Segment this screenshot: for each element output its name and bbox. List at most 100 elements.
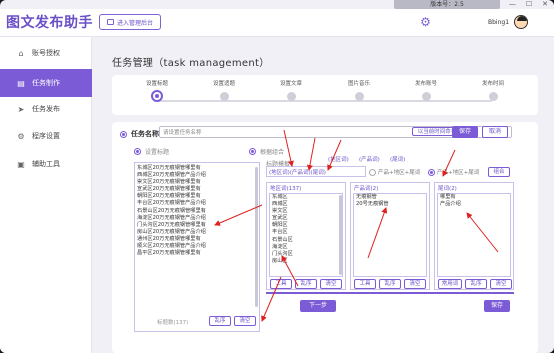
product-list[interactable]: 无痕钢管 20号无痕钢管	[353, 193, 427, 277]
step-label: 设置标题	[145, 81, 168, 87]
product-panel: 产品词(2) 无痕钢管 20号无痕钢管 工具 乱序 清空	[350, 182, 430, 290]
tag-region[interactable]: (地区词)	[328, 155, 349, 163]
user-info[interactable]: Bbing1	[488, 15, 529, 29]
title-line: 房山区20万无痕钢管产品介绍	[137, 228, 206, 235]
step-label: 发布账号	[414, 81, 437, 87]
step-label: 图片音乐	[347, 81, 370, 87]
product-panel-head: 产品词(2)	[354, 186, 379, 192]
main-area: 任务管理（task management） 设置标题 设置适题 设置文章 图片音…	[98, 37, 548, 353]
region-shuffle-button[interactable]: 乱序	[295, 279, 317, 289]
region-item: 丰台区	[272, 229, 288, 236]
region-panel: 地区词(137) 东城区 西城区 崇文区 宣武区 朝阳区 丰台区 石景山区 海淀…	[266, 182, 346, 290]
sidebar-item-task-make[interactable]: ▤ 任务制作	[0, 69, 92, 97]
combo-save-button[interactable]: 保存	[484, 300, 510, 312]
sidebar-item-label: 辅助工具	[32, 160, 60, 168]
step-publish-account[interactable]: 发布账号	[396, 79, 456, 101]
admin-panel-label: 进入管理后台	[116, 19, 153, 27]
step-dot	[151, 90, 163, 102]
step-dot	[488, 92, 498, 101]
gear-icon[interactable]: ⚙	[419, 16, 432, 29]
toolbox-icon: ▣	[17, 159, 25, 169]
app-brand: 图文发布助手	[6, 15, 93, 31]
sidebar: ⌂ 账号授权 ▤ 任务制作 ➤ 任务发布 ⚙ 程序设置 ▣ 辅助工具	[0, 37, 92, 353]
sidebar-item-settings[interactable]: ⚙ 程序设置	[0, 122, 92, 150]
region-item: 房山区	[272, 257, 288, 264]
admin-panel-button[interactable]: 进入管理后台	[99, 14, 161, 30]
title-line: 昌平区20万无痕钢管哪里有	[137, 250, 201, 257]
title-line: 石景山区20万无痕钢管哪里有	[137, 207, 206, 214]
region-clear-button[interactable]: 清空	[320, 279, 342, 289]
minimize-button[interactable]: —	[509, 0, 516, 9]
step-label: 发布时间	[481, 81, 504, 87]
step-set-title[interactable]: 设置标题	[127, 79, 187, 102]
sidebar-item-account[interactable]: ⌂ 账号授权	[0, 39, 92, 67]
title-textarea[interactable]: 东城区20万无痕钢管哪里有 西城区20万无痕钢管产品介绍 崇文区20万无痕钢管哪…	[135, 163, 259, 313]
title-list-panel: 东城区20万无痕钢管哪里有 西城区20万无痕钢管产品介绍 崇文区20万无痕钢管哪…	[134, 162, 260, 332]
combo-option[interactable]: 根据组合	[249, 147, 284, 156]
option-b-radio[interactable]	[428, 168, 435, 176]
step-images-music[interactable]: 图片音乐	[329, 79, 389, 101]
task-name-label: 任务名称	[120, 129, 159, 139]
set-title-option[interactable]: 设置标题	[134, 147, 169, 156]
sidebar-item-tools[interactable]: ▣ 辅助工具	[0, 150, 92, 178]
title-count: 标题数(137)	[157, 320, 189, 326]
step-progress: 设置标题 设置适题 设置文章 图片音乐 发布账号 发布时间	[112, 75, 538, 115]
page-title: 任务管理（task management）	[112, 58, 270, 69]
sidebar-item-task-publish[interactable]: ➤ 任务发布	[0, 95, 92, 123]
combine-button[interactable]: 组合	[488, 167, 510, 177]
avatar[interactable]	[514, 15, 529, 29]
region-item: 门头沟区	[272, 250, 293, 257]
tag-product[interactable]: (产品词)	[359, 155, 380, 163]
region-item: 海淀区	[272, 243, 288, 250]
title-line: 丰台区20万无痕钢管产品介绍	[137, 200, 206, 207]
app-window: 版本号：2.5 — ☐ ✕ 图文发布助手 进入管理后台 ⚙ Bbing1 ⌂ 账…	[0, 0, 554, 353]
region-list[interactable]: 东城区 西城区 崇文区 宣武区 朝阳区 丰台区 石景山区 海淀区 门头沟区 房山…	[269, 193, 343, 277]
close-button[interactable]: ✕	[542, 0, 548, 9]
region-item: 石景山区	[272, 236, 293, 243]
template-input[interactable]: (地区词)(产品词)(尾词)	[266, 166, 366, 177]
tail-panel-head: 尾词(2)	[438, 186, 457, 192]
step-set-article[interactable]: 设置文章	[261, 79, 321, 101]
next-step-button[interactable]: 下一步	[300, 300, 336, 312]
step-publish-time[interactable]: 发布时间	[463, 79, 523, 101]
task-name-radio[interactable]	[120, 130, 127, 138]
step-dot	[421, 92, 431, 101]
title-clear-button[interactable]: 清空	[234, 316, 256, 326]
maximize-button[interactable]: ☐	[526, 0, 532, 9]
title-list-scrollbar[interactable]	[255, 167, 258, 307]
task-cancel-button[interactable]: 取消	[482, 126, 508, 138]
product-tool-button[interactable]: 工具	[354, 279, 376, 289]
region-tool-button[interactable]: 工具	[270, 279, 292, 289]
combo-option-a[interactable]: 产品+地区+尾词	[369, 168, 420, 176]
tail-shuffle-button[interactable]: 乱序	[465, 279, 487, 289]
product-shuffle-button[interactable]: 乱序	[379, 279, 401, 289]
option-a-radio[interactable]	[369, 168, 376, 176]
top-bar: 图文发布助手 进入管理后台 ⚙ Bbing1	[0, 9, 554, 37]
step-dot	[286, 92, 296, 101]
settings-icon: ⚙	[17, 131, 25, 141]
step-dot	[219, 92, 229, 101]
document-icon: ▤	[17, 78, 25, 88]
tail-common-words-button[interactable]: 常用词	[438, 279, 462, 289]
tail-item: 产品介绍	[440, 201, 461, 208]
tag-tail[interactable]: (尾词)	[390, 155, 405, 163]
region-panel-head: 地区词(137)	[270, 186, 302, 192]
step-dot	[354, 92, 364, 101]
title-line: 海淀区20万无痕钢管产品介绍	[137, 214, 206, 221]
set-title-radio[interactable]	[134, 148, 141, 155]
combo-option-b[interactable]: 产品+地区+尾词	[428, 168, 479, 176]
region-scrollbar[interactable]	[339, 195, 342, 275]
tail-list[interactable]: 哪里有 产品介绍	[437, 193, 511, 277]
tail-panel: 尾词(2) 哪里有 产品介绍 常用词 乱序 清空	[434, 182, 514, 290]
combo-radio[interactable]	[249, 148, 256, 155]
send-icon: ➤	[17, 104, 25, 114]
product-clear-button[interactable]: 清空	[404, 279, 426, 289]
window-controls: — ☐ ✕	[509, 0, 548, 9]
tail-clear-button[interactable]: 清空	[490, 279, 512, 289]
sidebar-item-label: 任务制作	[32, 79, 60, 87]
sidebar-item-label: 任务发布	[32, 105, 60, 113]
step-set-topic[interactable]: 设置适题	[194, 79, 254, 101]
title-shuffle-button[interactable]: 乱序	[209, 316, 231, 326]
monitor-icon	[106, 19, 114, 25]
task-save-button[interactable]: 保存	[452, 126, 478, 138]
